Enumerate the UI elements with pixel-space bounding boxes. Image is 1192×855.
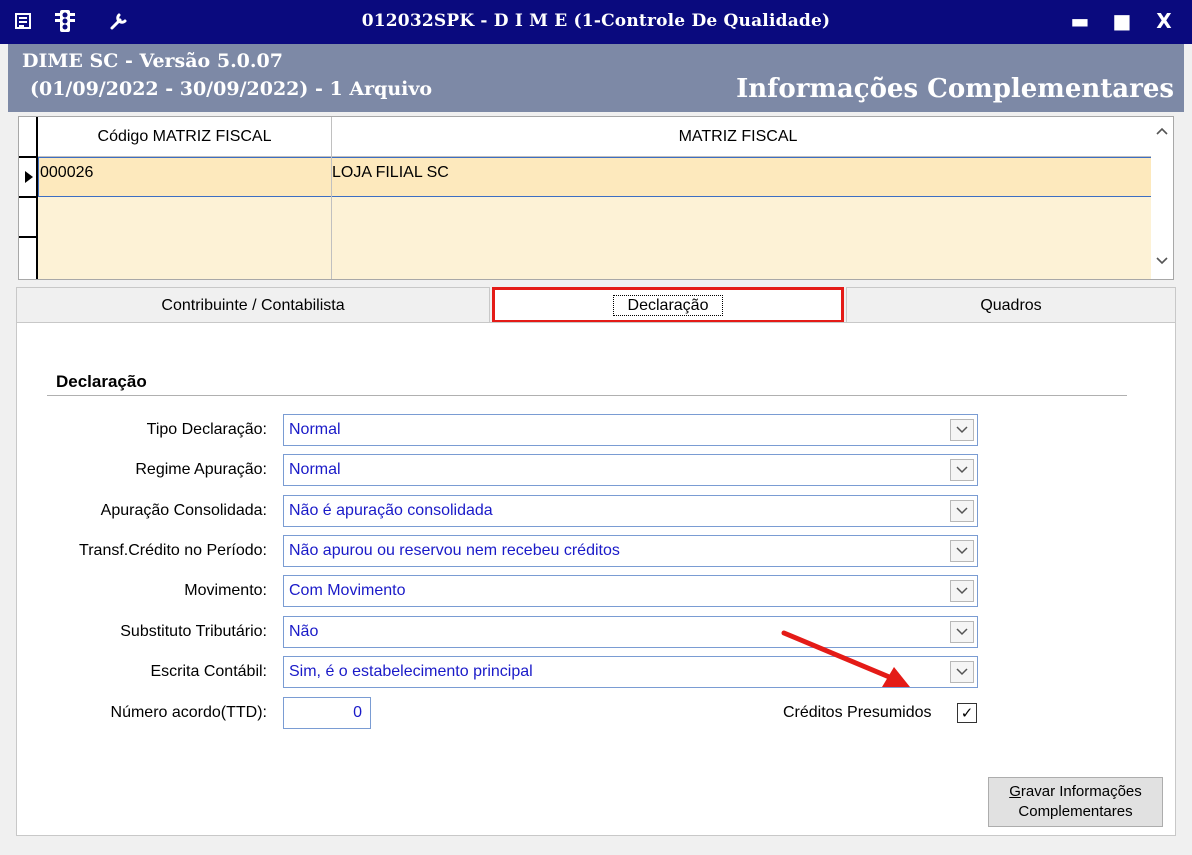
annotation-arrow-icon	[781, 630, 910, 687]
column-separator	[331, 117, 332, 279]
input-value: 0	[353, 704, 362, 721]
grid-header: Código MATRIZ FISCAL MATRIZ FISCAL	[38, 117, 1163, 157]
field-row-numero-acordo: Número acordo(TTD): 0 Créditos Presumido…	[17, 697, 1177, 731]
field-label: Regime Apuração:	[135, 461, 267, 478]
select-value: Não	[289, 623, 319, 640]
movimento-select[interactable]: Com Movimento	[283, 575, 978, 607]
select-value: Normal	[289, 421, 341, 438]
field-label: Movimento:	[184, 582, 267, 599]
select-value: Normal	[289, 461, 341, 478]
tab-label: Contribuinte / Contabilista	[161, 296, 345, 314]
column-header-matriz[interactable]: MATRIZ FISCAL	[332, 117, 1144, 157]
declaracao-panel: Declaração Tipo Declaração: Normal Regim…	[16, 322, 1176, 836]
matriz-fiscal-grid[interactable]: Código MATRIZ FISCAL MATRIZ FISCAL 00002…	[18, 116, 1174, 280]
field-row-escrita-contabil: Escrita Contábil: Sim, é o estabelecimen…	[17, 656, 1177, 690]
tipo-declaracao-select[interactable]: Normal	[283, 414, 978, 446]
select-value: Com Movimento	[289, 582, 406, 599]
title-bar: 012032SPK - D I M E (1-Controle De Quali…	[0, 0, 1192, 44]
tab-label: Declaração	[612, 294, 724, 316]
row-indicator-column	[19, 117, 38, 279]
minimize-button[interactable]: ▬	[1064, 8, 1096, 34]
chevron-down-icon[interactable]	[950, 459, 974, 481]
field-row-tipo-declaracao: Tipo Declaração: Normal	[17, 414, 1177, 448]
cell-matriz: LOJA FILIAL SC	[332, 164, 449, 181]
grid-vertical-scrollbar[interactable]	[1151, 117, 1173, 279]
chevron-down-icon[interactable]	[950, 500, 974, 522]
select-value: Não é apuração consolidada	[289, 502, 493, 519]
select-value: Não apurou ou reservou nem recebeu crédi…	[289, 542, 620, 559]
chevron-down-icon[interactable]	[950, 621, 974, 643]
creditos-presumidos-checkbox[interactable]: ✓	[957, 703, 977, 723]
row-divider	[19, 156, 38, 158]
regime-apuracao-select[interactable]: Normal	[283, 454, 978, 486]
button-mnemonic: G	[1009, 783, 1021, 800]
row-divider	[19, 236, 38, 238]
transf-credito-select[interactable]: Não apurou ou reservou nem recebeu crédi…	[283, 535, 978, 567]
section-title: Declaração	[56, 372, 147, 391]
tab-quadros[interactable]: Quadros	[846, 287, 1176, 323]
field-label: Tipo Declaração:	[146, 421, 267, 438]
scroll-up-icon[interactable]	[1155, 123, 1169, 139]
field-row-substituto-tributario: Substituto Tributário: Não	[17, 616, 1177, 650]
close-button[interactable]: X	[1148, 8, 1180, 34]
numero-acordo-input[interactable]: 0	[283, 697, 371, 729]
select-value: Sim, é o estabelecimento principal	[289, 663, 533, 680]
button-label-line2: Complementares	[1018, 803, 1133, 820]
field-row-apuracao-consolidada: Apuração Consolidada: Não é apuração con…	[17, 495, 1177, 529]
tab-bar: Contribuinte / Contabilista Declaração Q…	[16, 287, 1176, 323]
field-label: Substituto Tributário:	[120, 623, 267, 640]
section-divider	[47, 395, 1127, 396]
maximize-button[interactable]: ■	[1106, 8, 1138, 34]
chevron-down-icon[interactable]	[950, 419, 974, 441]
button-label-rest: ravar Informações	[1020, 783, 1142, 800]
chevron-down-icon[interactable]	[950, 540, 974, 562]
field-label: Transf.Crédito no Período:	[79, 542, 267, 559]
field-row-transf-credito: Transf.Crédito no Período: Não apurou ou…	[17, 535, 1177, 569]
current-row-pointer-icon	[25, 171, 33, 183]
chevron-down-icon[interactable]	[950, 661, 974, 683]
grid-empty-area	[38, 197, 1163, 279]
column-header-codigo[interactable]: Código MATRIZ FISCAL	[38, 117, 331, 157]
window-title: 012032SPK - D I M E (1-Controle De Quali…	[361, 11, 831, 31]
field-row-regime-apuracao: Regime Apuração: Normal	[17, 454, 1177, 488]
tab-declaracao[interactable]: Declaração	[492, 287, 844, 323]
field-row-movimento: Movimento: Com Movimento	[17, 575, 1177, 609]
gravar-informacoes-button[interactable]: Gravar Informações Complementares	[988, 777, 1163, 827]
field-label: Escrita Contábil:	[150, 663, 268, 680]
page-title: Informações Complementares	[736, 74, 1174, 104]
period-label: (01/09/2022 - 30/09/2022) - 1 Arquivo	[30, 78, 433, 100]
header-band: DIME SC - Versão 5.0.07 (01/09/2022 - 30…	[8, 44, 1184, 112]
apuracao-consolidada-select[interactable]: Não é apuração consolidada	[283, 495, 978, 527]
cell-codigo: 000026	[40, 164, 94, 181]
tab-contribuinte[interactable]: Contribuinte / Contabilista	[16, 287, 490, 323]
chevron-down-icon[interactable]	[950, 580, 974, 602]
tab-label: Quadros	[980, 296, 1042, 314]
scroll-down-icon[interactable]	[1155, 253, 1169, 269]
field-label: Número acordo(TTD):	[110, 704, 267, 721]
field-label: Apuração Consolidada:	[100, 502, 267, 519]
table-row[interactable]: 000026 LOJA FILIAL SC	[38, 157, 1163, 197]
version-label: DIME SC - Versão 5.0.07	[22, 50, 283, 72]
creditos-presumidos-label: Créditos Presumidos	[783, 704, 932, 721]
row-divider	[19, 196, 38, 198]
button-label-line1: Gravar Informações	[1009, 782, 1142, 802]
